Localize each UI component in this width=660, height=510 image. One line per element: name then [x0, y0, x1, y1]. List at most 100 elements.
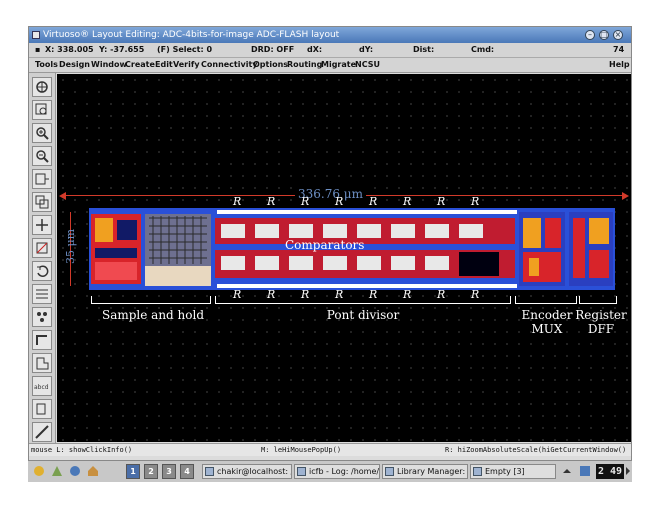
property-icon[interactable] [32, 284, 52, 304]
tool-palette: abcd [29, 73, 56, 443]
y-coordinate: Y: -37.655 [99, 45, 145, 54]
mouse-right-binding: R: hiZoomAbsoluteScale(hiGetCurrentWindo… [445, 446, 627, 454]
width-ruler: 336.76 μm [57, 187, 631, 202]
resistor-label: R [437, 195, 446, 208]
select-count: (F) Select: 0 [157, 45, 213, 54]
mouse-left-binding: mouse L: showClickInfo() [31, 446, 133, 454]
close-icon[interactable]: × [613, 30, 623, 40]
chevron-right-icon[interactable] [624, 464, 632, 479]
minimize-icon[interactable]: – [585, 30, 595, 40]
virtuoso-window: Virtuoso® Layout Editing: ADC-4bits-for-… [28, 26, 632, 482]
resistor-label: R [267, 195, 276, 208]
encoder-label-line2: MUX [531, 322, 563, 336]
home-icon[interactable] [86, 464, 100, 479]
zoom-fit-icon[interactable] [32, 77, 52, 97]
menu-help[interactable]: Help [609, 58, 630, 72]
layout-canvas[interactable]: 336.76 μm 35 μm R R R R R R R R R R R R … [57, 74, 631, 442]
resistor-label: R [335, 195, 344, 208]
menu-routing[interactable]: Routing [287, 58, 322, 72]
resistor-label: R [471, 195, 480, 208]
height-label: 35 μm [64, 228, 78, 265]
comparators-label: Comparators [285, 238, 365, 252]
resistor-label: R [403, 195, 412, 208]
move-icon[interactable] [32, 215, 52, 235]
launcher-icon[interactable] [50, 464, 64, 479]
copy-icon[interactable] [32, 192, 52, 212]
register-label-line2: DFF [587, 322, 615, 336]
menu-options[interactable]: Options [253, 58, 288, 72]
menu-ncsu[interactable]: NCSU [355, 58, 380, 72]
task-empty[interactable]: Empty [3] [470, 464, 556, 479]
stretch-icon[interactable] [32, 169, 52, 189]
start-icon[interactable] [32, 464, 46, 479]
pont-divisor-label: Pont divisor [326, 308, 400, 322]
task-library-label: Library Manager: W [397, 467, 468, 476]
resistor-label: R [369, 195, 378, 208]
app-launcher-icon[interactable] [68, 464, 82, 479]
path-icon[interactable] [32, 330, 52, 350]
menu-edit[interactable]: Edit [155, 58, 173, 72]
task-icfb[interactable]: icfb - Log: /home/ch [294, 464, 380, 479]
menu-verify[interactable]: Verify [173, 58, 200, 72]
brace-encoder [515, 296, 577, 304]
instance-icon[interactable] [32, 307, 52, 327]
sample-hold-label: Sample and hold [101, 308, 205, 322]
zoom-box-icon[interactable] [32, 100, 52, 120]
menu-connectivity[interactable]: Connectivity [201, 58, 258, 72]
ruler-icon[interactable] [32, 422, 52, 442]
resistor-label: R [233, 195, 242, 208]
tray-app-icon[interactable] [578, 464, 592, 479]
cmd-value: Cmd: [471, 45, 495, 54]
height-ruler: 35 μm [64, 210, 78, 288]
taskbar: 1 2 3 4 chakir@localhost: /h icfb - Log:… [28, 460, 632, 482]
task-icfb-label: icfb - Log: /home/ch [309, 467, 380, 476]
polygon-icon[interactable] [32, 353, 52, 373]
status-row: ▪ X: 338.005 Y: -37.655 (F) Select: 0 DR… [29, 43, 631, 58]
encoder-label-line1: Encoder [521, 308, 573, 322]
menu-migrate[interactable]: Migrate [321, 58, 356, 72]
app-icon[interactable] [32, 31, 40, 39]
title-bar[interactable]: Virtuoso® Layout Editing: ADC-4bits-for-… [29, 27, 631, 43]
mouse-middle-binding: M: leHiMousePopUp() [261, 446, 342, 454]
window-title: Virtuoso® Layout Editing: ADC-4bits-for-… [43, 30, 340, 40]
workspace-2[interactable]: 2 [144, 464, 158, 479]
delete-icon[interactable] [32, 238, 52, 258]
status-number: 74 [613, 45, 625, 54]
maximize-icon[interactable]: □ [599, 30, 609, 40]
window-icon [385, 467, 394, 476]
drd-status: DRD: OFF [251, 45, 295, 54]
resistor-label: R [301, 195, 310, 208]
undo-icon[interactable] [32, 261, 52, 281]
brace-pont-divisor [215, 296, 511, 304]
label-tool-text: abcd [34, 384, 49, 391]
label-icon[interactable]: abcd [32, 376, 52, 396]
register-label: Register DFF [573, 308, 629, 336]
chevron-up-icon[interactable] [560, 464, 574, 479]
encoder-label: Encoder MUX [517, 308, 577, 336]
arrow-left-icon [59, 192, 66, 200]
workspace-3[interactable]: 3 [162, 464, 176, 479]
dx-value: dX: [307, 45, 323, 54]
mouse-binding-line: mouse L: showClickInfo() M: leHiMousePop… [29, 443, 631, 456]
dy-value: dY: [359, 45, 374, 54]
clock[interactable]: 2 49 [596, 464, 624, 479]
task-library-manager[interactable]: Library Manager: W [382, 464, 468, 479]
menu-tools[interactable]: Tools [35, 58, 58, 72]
zoom-in-icon[interactable] [32, 123, 52, 143]
pin-icon: ▪ [35, 45, 41, 54]
register-label-line1: Register [575, 308, 627, 322]
task-empty-label: Empty [3] [485, 467, 525, 476]
menu-create[interactable]: Create [125, 58, 155, 72]
workspace-1[interactable]: 1 [126, 464, 140, 479]
arrow-right-icon [622, 192, 629, 200]
menu-bar: Tools Design Window Create Edit Verify C… [29, 58, 631, 73]
rectangle-icon[interactable] [32, 399, 52, 419]
brace-register [579, 296, 617, 304]
task-terminal[interactable]: chakir@localhost: /h [202, 464, 292, 479]
menu-window[interactable]: Window [91, 58, 127, 72]
menu-design[interactable]: Design [59, 58, 90, 72]
task-terminal-label: chakir@localhost: /h [217, 467, 292, 476]
workspace-4[interactable]: 4 [180, 464, 194, 479]
zoom-out-icon[interactable] [32, 146, 52, 166]
dist-value: Dist: [413, 45, 435, 54]
